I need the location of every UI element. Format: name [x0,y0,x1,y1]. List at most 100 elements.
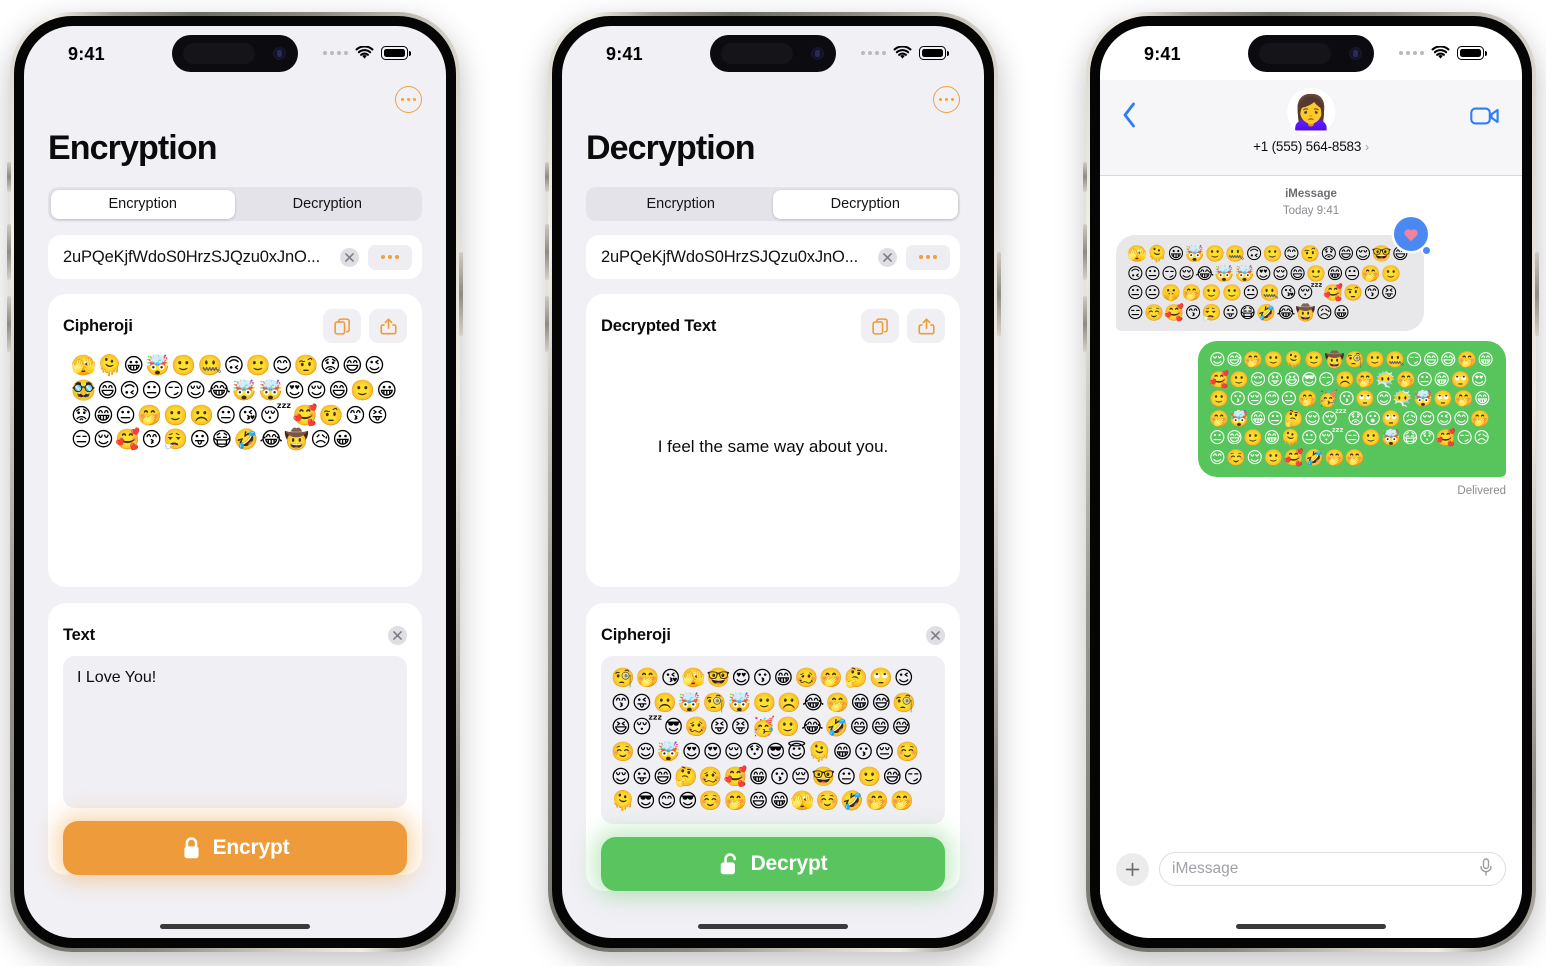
heart-icon [1404,229,1418,242]
more-options-button[interactable] [933,86,960,113]
message-input[interactable]: iMessage [1159,852,1506,886]
cipheroji-input[interactable]: 🧐🤭😘🫣🤓😍😗😁🥴🤭🤔🙄😉😙😜☹️🤯🧐🤯🙂☹️😂🤭😁😅🧐😆😴😎🥴😝😝🥳🙂😂🤣😄😄… [601,656,945,825]
mode-segmented-control[interactable]: Encryption Decryption [586,187,960,221]
share-button[interactable] [369,309,407,343]
mode-segmented-control[interactable]: Encryption Decryption [48,187,422,221]
plus-icon [1125,862,1140,876]
wifi-icon [893,46,912,59]
thread-timestamp: iMessage Today 9:41 [1116,186,1506,219]
phone-messages: 9:41 [1083,12,1539,952]
decrypt-button[interactable]: Decrypt [601,837,945,892]
home-indicator[interactable] [160,924,310,929]
tapback-dot [1423,247,1430,255]
share-icon [917,318,935,334]
delivery-status: Delivered [1457,484,1506,497]
home-indicator[interactable] [1236,924,1386,929]
status-icons [861,46,949,60]
page-title: Encryption [48,129,217,167]
contact-name-row[interactable]: +1 (555) 564-8583 › [1253,139,1369,154]
cipheroji-title: Cipheroji [63,316,133,335]
copy-icon [871,317,888,335]
volume-up-button[interactable] [1083,224,1087,280]
phone-bezel: 9:41 [14,16,456,948]
back-button[interactable] [1122,102,1136,133]
cellular-dots-icon [1399,51,1424,55]
clear-text-icon[interactable] [388,625,407,645]
cipheroji-card-header: Cipheroji [601,618,945,652]
clear-key-icon[interactable] [340,247,359,267]
cipheroji-title: Cipheroji [601,625,671,644]
decrypted-text-card: Decrypted Text I feel the same way about… [586,294,960,587]
wifi-icon [355,46,374,59]
message-text: 🫣🫠😀🤯🙂🤐🙃🙂😊🤨😟😄😌🤓😄🙃😐😏😌😂🤯🤯😍😌😄🙂😁😐🤭🙂😐😐🤫🤭🙂🙂😐🤐😘😴… [1127,244,1410,322]
key-options-button[interactable] [906,244,950,270]
key-field[interactable]: 2uPQeKjfWdoS0HrzSJQzu0xJnO... [586,235,960,279]
chevron-right-icon: › [1365,139,1369,154]
message-bubble-received[interactable]: 🫣🫠😀🤯🙂🤐🙃🙂😊🤨😟😄😌🤓😄🙃😐😏😌😂🤯🤯😍😌😄🙂😁😐🤭🙂😐😐🤫🤭🙂🙂😐🤐😘😴… [1111,217,1430,332]
power-button[interactable] [459,252,463,336]
avatar[interactable]: 🙍‍♀️ [1286,88,1335,136]
screen-decryption: 9:41 Decryption Encryption Decryption 2u… [562,26,984,938]
status-icons [323,46,411,60]
silent-switch[interactable] [7,162,11,192]
messages-navbar: 🙍‍♀️ +1 (555) 564-8583 › [1100,80,1522,176]
three-phone-mockup: 9:41 Encryption Encryption Decryption 2u… [0,0,1546,966]
phone-decryption: 9:41 Decryption Encryption Decryption 2u… [545,12,1001,952]
encrypt-button[interactable]: Encrypt [63,821,407,875]
add-attachment-button[interactable] [1116,852,1149,886]
clear-key-icon[interactable] [878,247,897,267]
volume-up-button[interactable] [7,224,11,280]
status-bar: 9:41 [1100,26,1522,80]
message-row-received: 🫣🫠😀🤯🙂🤐🙃🙂😊🤨😟😄😌🤓😄🙃😐😏😌😂🤯🤯😍😌😄🙂😁😐🤭🙂😐😐🤫🤭🙂🙂😐🤐😘😴… [1111,217,1506,332]
dynamic-island [710,35,836,72]
decrypt-label: Decrypt [750,852,828,876]
tab-encryption[interactable]: Encryption [50,189,235,219]
tab-decryption[interactable]: Decryption [235,190,420,219]
wifi-icon [1431,46,1450,59]
copy-icon [333,317,350,335]
power-button[interactable] [1535,252,1539,336]
silent-switch[interactable] [1083,162,1087,192]
encrypt-label: Encrypt [212,836,290,859]
message-placeholder: iMessage [1172,860,1239,877]
dynamic-island [172,35,298,72]
key-field[interactable]: 2uPQeKjfWdoS0HrzSJQzu0xJnO... [48,235,422,279]
key-value[interactable]: 2uPQeKjfWdoS0HrzSJQzu0xJnO... [63,248,331,267]
phone-bezel: 9:41 [1090,16,1532,948]
key-options-button[interactable] [368,244,412,270]
front-camera-icon [1349,47,1362,60]
chevron-left-icon [1123,102,1135,128]
text-input[interactable]: I Love You! [63,656,407,808]
text-card: Text I Love You! Encrypt [48,603,422,875]
page-title: Decryption [586,129,755,167]
volume-up-button[interactable] [545,224,549,280]
decryption-app: Decryption Encryption Decryption 2uPQeKj… [562,80,984,892]
message-bubble-sent[interactable]: 😌😅🤭🙂🫠🙂🤠🧐🙂🤐😏😄😅🤭😁🥰🙂😌😝😆😎😏☹️🤭😶‍🌫️🤭😐😁🙄😍🙂😗😔😊😐🤭… [1198,341,1511,477]
more-options-button[interactable] [395,86,422,113]
key-value[interactable]: 2uPQeKjfWdoS0HrzSJQzu0xJnO... [601,248,869,267]
card-tools [861,309,945,343]
copy-button[interactable] [861,309,899,343]
front-camera-icon [811,47,824,60]
power-button[interactable] [997,252,1001,336]
dictate-button[interactable] [1479,857,1493,881]
front-camera-icon [273,47,286,60]
facetime-button[interactable] [1470,106,1500,131]
volume-down-button[interactable] [1083,296,1087,352]
lock-open-icon [720,852,736,874]
tab-decryption[interactable]: Decryption [773,189,958,219]
silent-switch[interactable] [545,162,549,192]
copy-button[interactable] [323,309,361,343]
volume-down-button[interactable] [545,296,549,352]
home-indicator[interactable] [698,924,848,929]
tapback-heart[interactable] [1394,217,1430,255]
text-title: Text [63,625,95,644]
status-time: 9:41 [606,43,643,64]
tab-encryption[interactable]: Encryption [589,190,774,219]
contact-header[interactable]: 🙍‍♀️ +1 (555) 564-8583 › [1253,88,1369,154]
lock-closed-icon [184,836,199,858]
screen-messages: 9:41 [1100,26,1522,938]
volume-down-button[interactable] [7,296,11,352]
clear-cipheroji-icon[interactable] [926,625,945,645]
share-button[interactable] [907,309,945,343]
